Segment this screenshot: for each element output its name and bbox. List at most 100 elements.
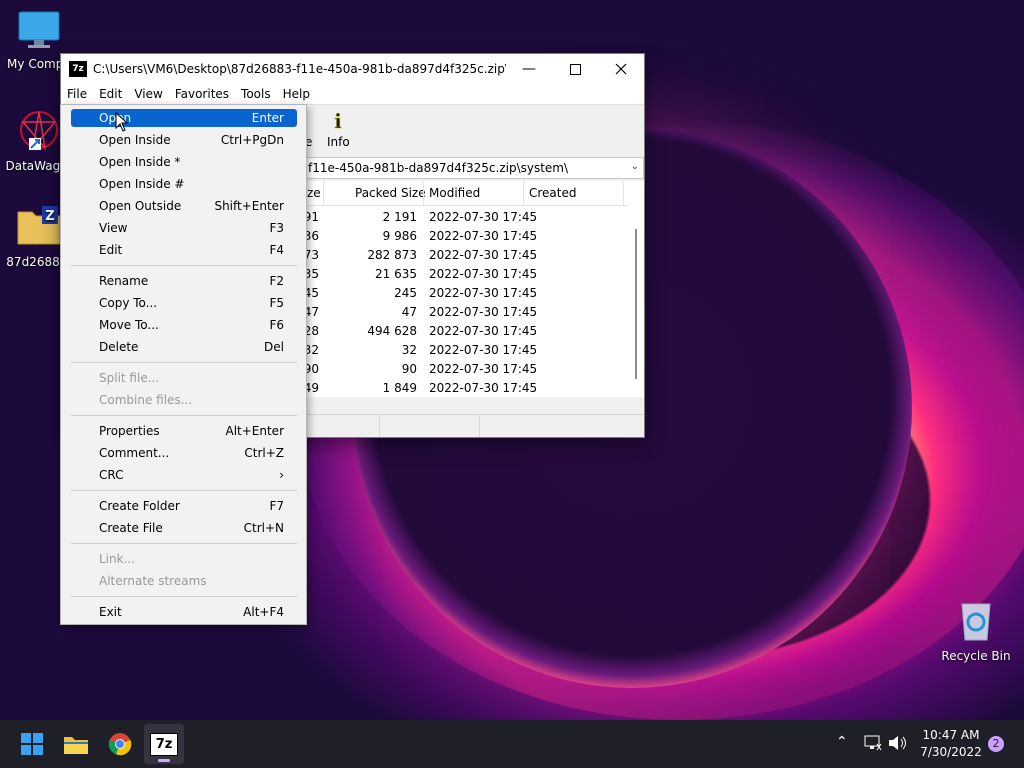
menu-item-label: Rename	[99, 274, 149, 288]
column-divider[interactable]	[623, 181, 624, 205]
menu-item-shortcut: F2	[269, 274, 284, 288]
menu-item-open-inside[interactable]: Open Inside Ctrl+PgDn	[61, 129, 306, 151]
menu-item-label: Open Inside #	[99, 177, 185, 191]
folder-icon	[64, 737, 88, 754]
menu-item-open-outside[interactable]: Open Outside Shift+Enter	[61, 195, 306, 217]
minimize-icon: —	[522, 61, 536, 77]
taskbar-chrome[interactable]	[100, 724, 140, 764]
menu-item-create-file[interactable]: Create File Ctrl+N	[61, 517, 306, 539]
cell-packed-size: 2 191	[382, 210, 417, 224]
column-divider[interactable]	[423, 181, 424, 205]
menu-item-shortcut: F6	[269, 318, 284, 332]
menu-edit[interactable]: Edit	[93, 87, 128, 101]
menu-view[interactable]: View	[128, 87, 168, 101]
menu-item-open-inside[interactable]: Open Inside *	[61, 151, 306, 173]
menu-item-edit[interactable]: Edit F4	[61, 239, 306, 261]
title-bar[interactable]: 7z C:\Users\VM6\Desktop\87d26883-f11e-45…	[61, 54, 644, 84]
chevron-right-icon: ›	[279, 468, 284, 482]
column-created[interactable]: Created	[529, 186, 577, 200]
cell-packed-size: 9 986	[382, 229, 417, 243]
minimize-button[interactable]: —	[506, 54, 552, 84]
recycle-bin-icon	[961, 603, 991, 641]
column-divider[interactable]	[323, 181, 324, 205]
menu-item-label: Copy To...	[99, 296, 158, 310]
monitor-icon	[18, 11, 60, 48]
chevron-up-icon: ⌃	[836, 734, 848, 750]
menu-item-label: Link...	[99, 552, 136, 566]
menu-item-view[interactable]: View F3	[61, 217, 306, 239]
cell-modified: 2022-07-30 17:45	[429, 267, 538, 281]
menu-item-comment[interactable]: Comment... Ctrl+Z	[61, 442, 306, 464]
svg-text:i: i	[335, 110, 343, 132]
info-button[interactable]: i Info	[327, 109, 350, 149]
menu-item-link: Link...	[61, 548, 306, 570]
maximize-button[interactable]	[552, 54, 598, 84]
cell-modified: 2022-07-30 17:45	[429, 229, 538, 243]
cell-packed-size: 32	[401, 343, 417, 357]
window-title: C:\Users\VM6\Desktop\87d26883-f11e-450a-…	[93, 62, 506, 76]
menu-item-move-to[interactable]: Move To... F6	[61, 314, 306, 336]
menu-item-copy-to[interactable]: Copy To... F5	[61, 292, 306, 314]
desktop-icon-recycle-bin[interactable]: Recycle Bin	[936, 598, 1016, 663]
menu-item-shortcut: Enter	[251, 111, 284, 125]
menu-file[interactable]: File	[61, 87, 93, 101]
menu-item-open-inside[interactable]: Open Inside #	[61, 173, 306, 195]
menu-item-label: Comment...	[99, 446, 170, 460]
volume-icon[interactable]	[888, 735, 908, 751]
vertical-scrollbar[interactable]	[628, 181, 644, 397]
menu-bar: File Edit View Favorites Tools Help	[61, 84, 644, 105]
column-size[interactable]: ze	[307, 186, 321, 200]
close-button[interactable]	[598, 54, 644, 84]
svg-text:Z: Z	[45, 209, 54, 224]
status-divider	[379, 415, 380, 437]
maximize-icon	[569, 63, 581, 75]
cell-packed-size: 245	[394, 286, 417, 300]
scrollbar-thumb[interactable]	[635, 229, 637, 379]
windows-logo-icon	[21, 733, 43, 755]
menu-item-properties[interactable]: Properties Alt+Enter	[61, 420, 306, 442]
menu-favorites[interactable]: Favorites	[169, 87, 235, 101]
cell-packed-size: 47	[401, 305, 417, 319]
menu-tools[interactable]: Tools	[235, 87, 277, 101]
column-packed-size[interactable]: Packed Size	[355, 186, 426, 200]
menu-item-label: Create File	[99, 521, 163, 535]
taskbar-7zip[interactable]: 7z	[144, 724, 184, 764]
menu-item-label: Alternate streams	[99, 574, 207, 588]
clock-date[interactable]: 7/30/2022	[916, 745, 986, 759]
menu-item-alternate-streams: Alternate streams	[61, 570, 306, 592]
menu-item-label: Exit	[99, 605, 122, 619]
chevron-down-icon[interactable]: ⌄	[631, 161, 639, 172]
show-hidden-icons-button[interactable]: ⌃	[836, 734, 848, 750]
menu-help[interactable]: Help	[277, 87, 316, 101]
menu-item-shortcut: F5	[269, 296, 284, 310]
column-modified[interactable]: Modified	[429, 186, 480, 200]
taskbar-file-explorer[interactable]	[56, 724, 96, 764]
cell-packed-size: 90	[401, 362, 417, 376]
start-button[interactable]	[12, 724, 52, 764]
7zip-taskbar-icon: 7z	[149, 732, 179, 756]
menu-item-shortcut: Ctrl+N	[243, 521, 284, 535]
clock-time[interactable]: 10:47 AM	[916, 728, 986, 742]
menu-item-combine-files: Combine files...	[61, 389, 306, 411]
menu-item-exit[interactable]: Exit Alt+F4	[61, 601, 306, 623]
cell-modified: 2022-07-30 17:45	[429, 210, 538, 224]
menu-separator	[71, 362, 297, 363]
menu-item-label: Create Folder	[99, 499, 180, 513]
menu-separator	[71, 490, 297, 491]
cell-modified: 2022-07-30 17:45	[429, 248, 538, 262]
menu-item-rename[interactable]: Rename F2	[61, 270, 306, 292]
column-divider[interactable]	[523, 181, 524, 205]
menu-item-crc[interactable]: CRC ›	[61, 464, 306, 486]
network-icon[interactable]	[864, 735, 882, 751]
menu-item-open[interactable]: Open Enter	[71, 109, 297, 127]
chrome-icon	[108, 733, 132, 756]
menu-item-delete[interactable]: Delete Del	[61, 336, 306, 358]
menu-item-create-folder[interactable]: Create Folder F7	[61, 495, 306, 517]
menu-separator	[71, 415, 297, 416]
menu-separator	[71, 265, 297, 266]
notification-badge[interactable]: 2	[988, 736, 1004, 752]
7zip-app-icon: 7z	[69, 61, 87, 77]
menu-item-label: Combine files...	[99, 393, 193, 407]
cell-packed-size: 282 873	[367, 248, 417, 262]
taskbar: 7z ⌃ 10:47 AM 7/30/2022 2	[0, 720, 1024, 768]
